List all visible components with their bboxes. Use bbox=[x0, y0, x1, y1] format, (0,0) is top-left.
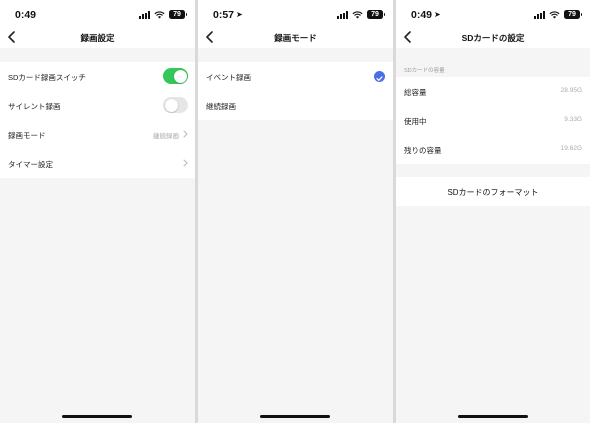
mode-options-group: イベント録画 継続録画 bbox=[198, 62, 393, 120]
status-time: 0:57 ➤ bbox=[213, 9, 243, 21]
cellular-signal-icon bbox=[534, 10, 545, 19]
row-label: サイレント録画 bbox=[8, 102, 61, 111]
row-label: 残りの容量 bbox=[404, 146, 442, 155]
page-title: 録画モード bbox=[274, 33, 317, 43]
row-label: タイマー設定 bbox=[8, 160, 53, 169]
format-sd-card-button[interactable]: SDカードのフォーマット bbox=[396, 187, 590, 198]
row-value: 28.95G bbox=[560, 87, 582, 94]
recording-mode-row[interactable]: 録画モード 継続録画 bbox=[0, 120, 195, 149]
row-value: 継続録画 bbox=[153, 133, 179, 140]
cellular-signal-icon bbox=[337, 10, 348, 19]
status-time-text: 0:57 bbox=[213, 9, 235, 21]
page-title: 録画設定 bbox=[80, 33, 115, 43]
status-bar: 0:49 ➤ 79 bbox=[396, 0, 590, 28]
status-icons: 79 bbox=[337, 10, 385, 19]
event-recording-option[interactable]: イベント録画 bbox=[198, 62, 393, 91]
row-value: 9.33G bbox=[564, 116, 582, 123]
battery-icon: 79 bbox=[367, 10, 385, 19]
row-label: SDカード録画スイッチ bbox=[8, 73, 86, 82]
timer-settings-row[interactable]: タイマー設定 bbox=[0, 149, 195, 178]
sd-card-settings-screen: 0:49 ➤ 79 SDカードの設定 SDカードの容量 総容量 28.95G 使用… bbox=[396, 0, 590, 423]
wifi-icon bbox=[549, 10, 560, 19]
nav-bar: 録画モード bbox=[198, 28, 393, 48]
status-time: 0:49 ➤ bbox=[411, 9, 441, 21]
toggle-knob bbox=[164, 98, 178, 112]
page-title: SDカードの設定 bbox=[461, 33, 525, 43]
status-icons: 79 bbox=[534, 10, 582, 19]
silent-recording-toggle[interactable] bbox=[163, 97, 188, 113]
status-bar: 0:57 ➤ 79 bbox=[198, 0, 393, 28]
settings-group: SDカード録画スイッチ サイレント録画 録画モード 継続録画 タイマー設定 bbox=[0, 62, 195, 178]
recording-mode-screen: 0:57 ➤ 79 録画モード イベント録画 継続録画 bbox=[198, 0, 393, 423]
checkmark-icon bbox=[374, 71, 385, 82]
screens-container: 0:49 79 録画設定 SDカード録画スイッチ サイレント録画 録画モード 継… bbox=[0, 0, 590, 423]
status-time-text: 0:49 bbox=[411, 9, 433, 21]
home-indicator bbox=[260, 415, 330, 418]
option-label: イベント録画 bbox=[206, 73, 251, 82]
battery-icon: 79 bbox=[169, 10, 187, 19]
sd-recording-toggle[interactable] bbox=[163, 68, 188, 84]
chevron-right-icon bbox=[183, 159, 188, 167]
home-indicator bbox=[458, 415, 528, 418]
capacity-section-header: SDカードの容量 bbox=[404, 68, 445, 74]
toggle-knob bbox=[173, 69, 187, 83]
row-label: 総容量 bbox=[404, 88, 427, 97]
used-capacity-row: 使用中 9.33G bbox=[396, 106, 590, 135]
option-label: 継続録画 bbox=[206, 102, 236, 111]
home-indicator bbox=[62, 415, 132, 418]
silent-recording-row: サイレント録画 bbox=[0, 91, 195, 120]
location-arrow-icon: ➤ bbox=[236, 10, 243, 19]
status-icons: 79 bbox=[139, 10, 187, 19]
status-bar: 0:49 79 bbox=[0, 0, 195, 28]
location-arrow-icon: ➤ bbox=[434, 10, 441, 19]
battery-icon: 79 bbox=[564, 10, 582, 19]
capacity-group: 総容量 28.95G 使用中 9.33G 残りの容量 19.62G bbox=[396, 77, 590, 164]
sd-recording-switch-row: SDカード録画スイッチ bbox=[0, 62, 195, 91]
nav-bar: 録画設定 bbox=[0, 28, 195, 48]
remaining-capacity-row: 残りの容量 19.62G bbox=[396, 135, 590, 164]
row-label: 録画モード bbox=[8, 131, 46, 140]
recording-settings-screen: 0:49 79 録画設定 SDカード録画スイッチ サイレント録画 録画モード 継… bbox=[0, 0, 195, 423]
wifi-icon bbox=[154, 10, 165, 19]
format-group: SDカードのフォーマット bbox=[396, 177, 590, 206]
status-time: 0:49 bbox=[15, 9, 37, 21]
chevron-right-icon bbox=[183, 130, 188, 138]
nav-bar: SDカードの設定 bbox=[396, 28, 590, 48]
total-capacity-row: 総容量 28.95G bbox=[396, 77, 590, 106]
wifi-icon bbox=[352, 10, 363, 19]
cellular-signal-icon bbox=[139, 10, 150, 19]
continuous-recording-option[interactable]: 継続録画 bbox=[198, 91, 393, 120]
row-label: 使用中 bbox=[404, 117, 427, 126]
row-value: 19.62G bbox=[560, 145, 582, 152]
